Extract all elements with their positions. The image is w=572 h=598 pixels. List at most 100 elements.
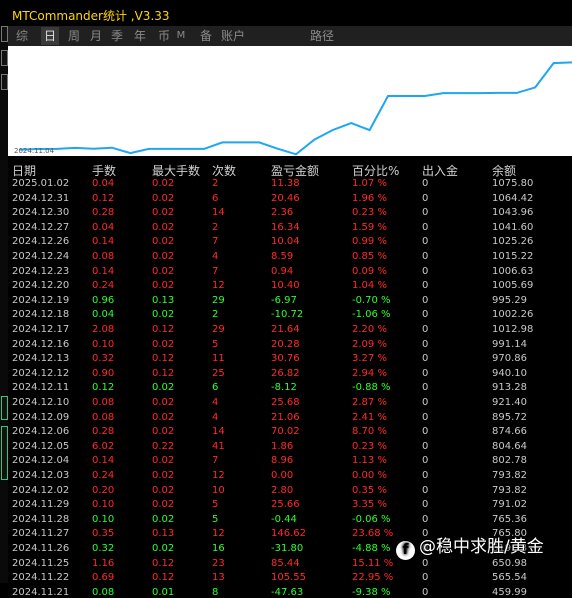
cell-deposit-withdraw: 0 xyxy=(422,294,429,306)
equity-chart-svg xyxy=(19,61,572,156)
cell-max-lots: 0.02 xyxy=(152,221,175,233)
cell-lots: 0.10 xyxy=(92,499,115,511)
cell-balance: 895.72 xyxy=(492,411,527,423)
cell-deposit-withdraw: 0 xyxy=(422,455,429,467)
equity-point xyxy=(497,92,500,94)
cell-deposit-withdraw: 0 xyxy=(422,557,429,569)
cell-lots: 0.96 xyxy=(92,294,115,306)
cell-max-lots: 0.12 xyxy=(152,557,175,569)
cell-pnl: 0.00 xyxy=(271,470,294,481)
cell-pnl: 8.96 xyxy=(271,455,294,467)
cell-date: 2024.11.27 xyxy=(12,528,70,540)
tab-1[interactable]: 日 xyxy=(41,27,59,45)
cell-percent: 0.23 % xyxy=(352,440,387,452)
cell-max-lots: 0.02 xyxy=(152,411,175,423)
cell-percent: 0.85 % xyxy=(352,251,387,262)
cell-balance: 1064.42 xyxy=(492,192,534,204)
equity-point xyxy=(166,148,168,150)
cell-max-lots: 0.02 xyxy=(152,338,175,350)
cell-deposit-withdraw: 0 xyxy=(422,382,429,394)
cell-deposit-withdraw: 0 xyxy=(422,324,429,335)
equity-point xyxy=(424,95,426,97)
cell-percent: -1.06 % xyxy=(352,309,391,321)
cell-max-lots: 0.02 xyxy=(152,207,175,219)
tab-2[interactable]: 周 xyxy=(65,27,83,45)
cell-deposit-withdraw: 0 xyxy=(422,280,429,292)
cell-balance: 1012.98 xyxy=(492,324,534,335)
tab-8[interactable]: 备 xyxy=(197,27,215,45)
cell-pnl: 85.44 xyxy=(271,557,300,569)
cell-percent: 2.87 % xyxy=(352,397,387,408)
cell-date: 2024.12.10 xyxy=(12,397,70,408)
cell-pnl: 8.59 xyxy=(271,251,294,262)
cell-max-lots: 0.02 xyxy=(152,426,175,438)
cell-lots: 0.14 xyxy=(92,455,115,467)
cell-count: 2 xyxy=(212,309,219,321)
cell-date: 2024.12.27 xyxy=(12,221,70,233)
cell-balance: 1006.63 xyxy=(492,265,534,277)
cell-deposit-withdraw: 0 xyxy=(422,251,429,262)
cell-pnl: -6.97 xyxy=(271,294,297,306)
equity-point xyxy=(405,95,408,97)
tab-5[interactable]: 年 xyxy=(131,27,149,45)
cell-balance: 1005.69 xyxy=(492,280,534,292)
cell-percent: 3.35 % xyxy=(352,499,387,511)
equity-point xyxy=(552,62,555,64)
cell-percent: 8.70 % xyxy=(352,426,387,438)
equity-point xyxy=(258,141,260,144)
cell-date: 2024.12.09 xyxy=(12,411,70,423)
left-strip-marker xyxy=(1,74,8,90)
cell-deposit-withdraw: 0 xyxy=(422,178,429,189)
cell-percent: 1.59 % xyxy=(352,221,387,233)
equity-point xyxy=(442,92,445,94)
tab-7[interactable]: M xyxy=(174,27,188,45)
cell-count: 4 xyxy=(212,251,219,262)
cell-date: 2024.12.30 xyxy=(12,207,70,219)
cell-pnl: -8.12 xyxy=(271,382,297,394)
equity-point xyxy=(387,95,389,97)
tab-6[interactable]: 币 xyxy=(155,27,173,45)
cell-percent: 2.09 % xyxy=(352,338,387,350)
cell-percent: -0.88 % xyxy=(352,382,391,394)
cell-pnl: 70.02 xyxy=(271,426,300,438)
cell-pnl: 2.80 xyxy=(271,484,294,496)
cell-lots: 0.10 xyxy=(92,513,115,525)
tab-10[interactable]: 路径 xyxy=(308,27,336,45)
cell-balance: 565.54 xyxy=(492,572,527,584)
cell-deposit-withdraw: 0 xyxy=(422,397,429,408)
cell-lots: 0.14 xyxy=(92,236,115,248)
title-bar: MTCommander统计 ,V3.33 xyxy=(0,0,572,26)
cell-balance: 921.40 xyxy=(492,397,527,408)
cell-pnl: -31.80 xyxy=(271,543,304,554)
cell-deposit-withdraw: 0 xyxy=(422,572,429,584)
tab-9[interactable]: 账户 xyxy=(219,27,247,45)
equity-chart: 2024.11.04 xyxy=(8,46,572,156)
cell-count: 5 xyxy=(212,499,219,511)
cell-count: 41 xyxy=(212,440,225,452)
cell-deposit-withdraw: 0 xyxy=(422,411,429,423)
cell-date: 2024.12.19 xyxy=(12,294,70,306)
cell-date: 2024.12.17 xyxy=(12,324,70,335)
cell-lots: 0.28 xyxy=(92,207,115,219)
cell-lots: 0.04 xyxy=(92,221,115,233)
cell-balance: 1025.26 xyxy=(492,236,534,248)
tab-3[interactable]: 月 xyxy=(87,27,105,45)
cell-date: 2024.11.28 xyxy=(12,513,70,525)
cell-date: 2024.12.13 xyxy=(12,353,70,365)
cell-count: 11 xyxy=(212,353,225,365)
cell-pnl: 25.68 xyxy=(271,397,300,408)
cell-max-lots: 0.12 xyxy=(152,572,175,584)
cell-lots: 0.35 xyxy=(92,528,115,540)
cell-balance: 802.78 xyxy=(492,455,527,467)
cell-pnl: 26.82 xyxy=(271,367,300,379)
cell-lots: 0.20 xyxy=(92,484,115,496)
cell-balance: 1002.26 xyxy=(492,309,534,321)
header-pnl: 盈亏金额 xyxy=(271,164,320,178)
cell-date: 2024.12.05 xyxy=(12,440,70,452)
cell-balance: 459.99 xyxy=(492,586,527,598)
tab-0[interactable]: 综 xyxy=(13,27,31,45)
tab-4[interactable]: 季 xyxy=(108,27,126,45)
cell-pnl: 20.28 xyxy=(271,338,300,350)
cell-deposit-withdraw: 0 xyxy=(422,586,429,598)
cell-pnl: 2.36 xyxy=(271,207,294,219)
